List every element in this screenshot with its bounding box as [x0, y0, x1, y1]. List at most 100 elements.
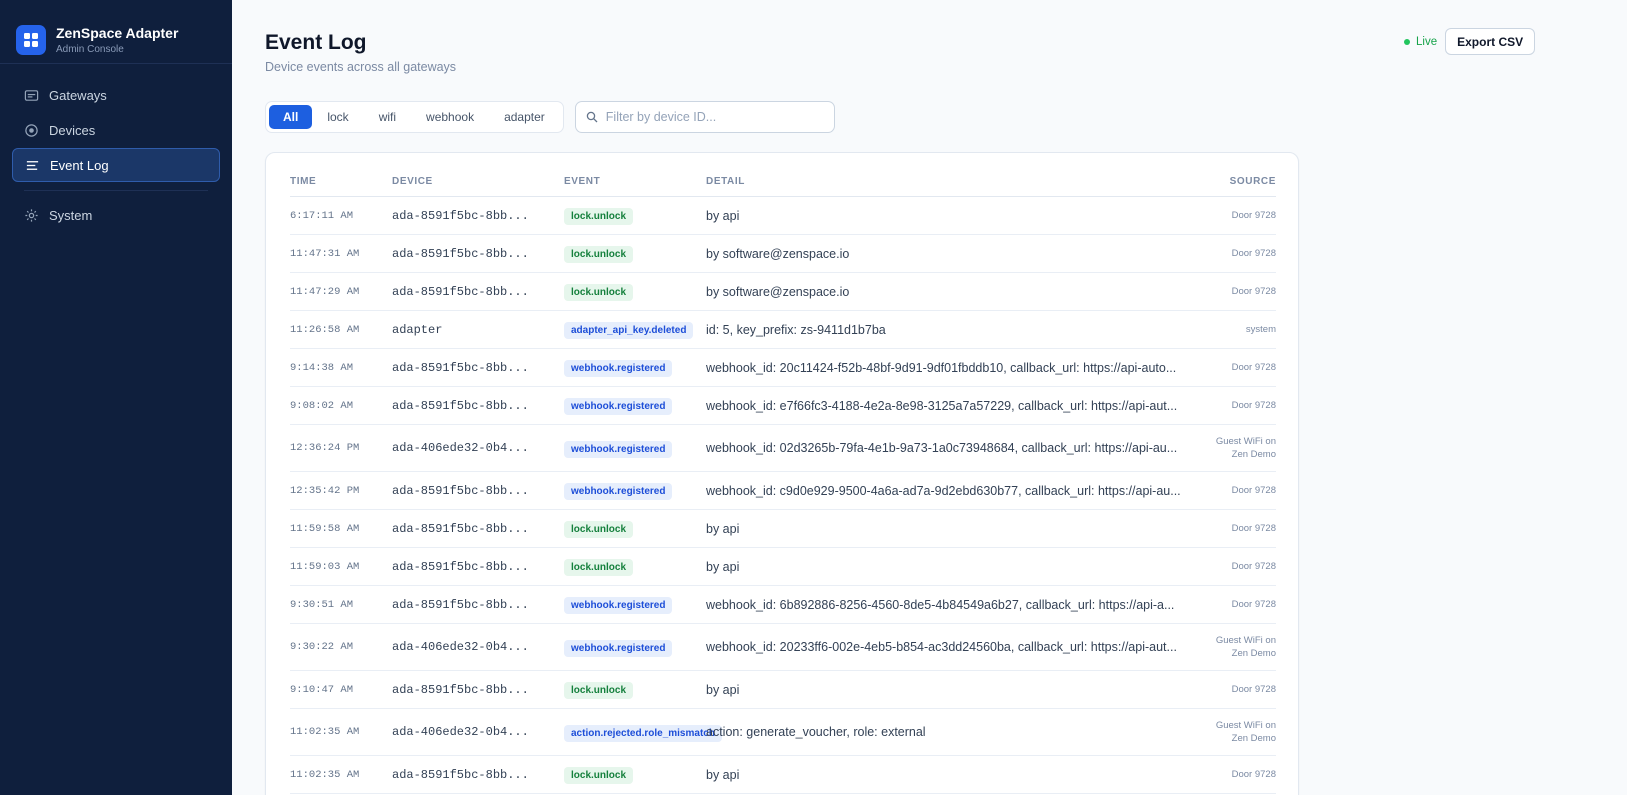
export-csv-button[interactable]: Export CSV: [1445, 28, 1536, 55]
sidebar-item-label: Event Log: [50, 157, 109, 173]
table-row[interactable]: 9:30:51 AM ada-8591f5bc-8bb... webhook.reg…: [290, 586, 1276, 624]
table-body: 6:17:11 AM ada-8591f5bc-8bb... lock.unlock…: [290, 197, 1276, 795]
row-source-line: Door 9728: [1231, 769, 1276, 780]
table-row[interactable]: 9:08:02 AM ada-8591f5bc-8bb... webhook.reg…: [290, 387, 1276, 425]
table-row[interactable]: 6:17:11 AM ada-8591f5bc-8bb... lock.unlock…: [290, 197, 1276, 235]
row-event: webhook.registered: [564, 595, 706, 614]
search-icon: [586, 111, 598, 123]
row-time: 11:47:31 AM: [290, 247, 360, 260]
row-detail: by api: [706, 682, 740, 697]
row-source: Door 9728: [1186, 209, 1276, 222]
sidebar-item-label: System: [49, 207, 93, 223]
event-type-badge: lock.unlock: [564, 682, 634, 699]
table-row[interactable]: 11:59:58 AM ada-8591f5bc-8bb... lock.unloc…: [290, 510, 1276, 548]
row-device: ada-406ede32-0b4...: [392, 640, 529, 654]
row-time: 11:02:35 AM: [290, 768, 360, 781]
event-type-badge: webhook.registered: [564, 360, 673, 377]
row-source-line: Door 9728: [1231, 400, 1276, 411]
event-type-badge: adapter_api_key.deleted: [564, 322, 694, 339]
row-detail: by software@zenspace.io: [706, 284, 850, 299]
row-detail: webhook_id: c9d0e929-9500-4a6a-ad7a-9d2e…: [706, 483, 1181, 498]
row-source: Door 9728: [1186, 768, 1276, 781]
table-row[interactable]: 9:10:47 AM ada-8591f5bc-8bb... lock.unlock…: [290, 671, 1276, 709]
live-label: Live: [1416, 35, 1438, 48]
row-device: ada-8591f5bc-8bb...: [392, 360, 529, 375]
row-source: Door 9728: [1186, 683, 1276, 696]
sidebar-item-system[interactable]: System: [12, 198, 220, 232]
row-source-line: system: [1245, 324, 1276, 335]
row-source-line: Zen Demo: [1231, 648, 1276, 659]
column-header-source: Source: [1229, 176, 1276, 187]
table-row[interactable]: 11:02:35 AM ada-8591f5bc-8bb... lock.unloc…: [290, 756, 1276, 794]
row-source: Door 9728: [1186, 247, 1276, 260]
brand: ZenSpace Adapter Admin Console: [0, 0, 232, 64]
row-source: Door 9728: [1186, 399, 1276, 412]
search-input[interactable]: [605, 110, 824, 124]
row-source-line: Guest WiFi on: [1215, 720, 1276, 731]
row-source-line: Door 9728: [1231, 248, 1276, 259]
row-event: lock.unlock: [564, 680, 706, 699]
app-logo-icon: [16, 25, 46, 55]
event-table-card: Time Device Event Detail Source 6:17:11 …: [265, 152, 1299, 795]
row-time: 9:10:47 AM: [290, 683, 354, 696]
page-header: Event Log Device events across all gatew…: [265, 30, 456, 74]
row-source-line: Door 9728: [1231, 599, 1276, 610]
row-detail: webhook_id: e7f66fc3-4188-4e2a-8e98-3125…: [706, 398, 1178, 413]
table-row[interactable]: 11:26:58 AM adapter adapter_api_key.delete…: [290, 311, 1276, 349]
row-event: lock.unlock: [564, 282, 706, 301]
row-time: 11:26:58 AM: [290, 323, 360, 336]
page-title: Event Log: [265, 31, 367, 54]
row-source: Guest WiFi on Zen Demo: [1186, 719, 1276, 745]
sidebar-item-event-log[interactable]: Event Log: [12, 148, 220, 182]
filter-tab-webhook[interactable]: webhook: [411, 105, 489, 129]
filter-tab-adapter[interactable]: adapter: [489, 105, 560, 129]
row-event: webhook.registered: [564, 358, 706, 377]
row-device: ada-406ede32-0b4...: [392, 725, 529, 739]
table-row[interactable]: 11:59:03 AM ada-8591f5bc-8bb... lock.unloc…: [290, 548, 1276, 586]
sidebar-item-devices[interactable]: Devices: [12, 113, 220, 147]
row-device: ada-8591f5bc-8bb...: [392, 682, 529, 697]
event-type-badge: webhook.registered: [564, 398, 673, 415]
row-device: ada-8591f5bc-8bb...: [392, 767, 529, 782]
table-row[interactable]: 11:02:35 AM ada-406ede32-0b4... action.rej…: [290, 709, 1276, 756]
sidebar-nav: Gateways Devices Event Log System: [0, 64, 232, 232]
row-source: Door 9728: [1186, 285, 1276, 298]
row-source-line: Guest WiFi on: [1215, 635, 1276, 646]
table-row[interactable]: 9:30:22 AM ada-406ede32-0b4... webhook.reg…: [290, 624, 1276, 671]
row-time: 11:47:29 AM: [290, 285, 360, 298]
row-detail: action: generate_voucher, role: external: [706, 725, 926, 739]
row-device: adapter: [392, 322, 443, 337]
sidebar-item-gateways[interactable]: Gateways: [12, 78, 220, 112]
device-icon: [25, 123, 38, 137]
table-row[interactable]: 11:47:29 AM ada-8591f5bc-8bb... lock.unloc…: [290, 273, 1276, 311]
row-event: webhook.registered: [564, 638, 706, 657]
device-search: [574, 101, 835, 133]
filter-tab-lock[interactable]: lock: [312, 105, 363, 129]
filter-tab-wifi[interactable]: wifi: [364, 105, 411, 129]
row-time: 9:30:22 AM: [290, 641, 354, 653]
row-detail: by api: [706, 521, 740, 536]
filter-tab-all[interactable]: All: [269, 105, 313, 129]
row-device: ada-8591f5bc-8bb...: [392, 284, 529, 299]
row-time: 12:35:42 PM: [290, 484, 360, 497]
row-source-line: Door 9728: [1231, 485, 1276, 496]
filter-bar: All lock wifi webhook adapter: [265, 101, 835, 133]
table-row[interactable]: 12:36:24 PM ada-406ede32-0b4... webhook.re…: [290, 425, 1276, 472]
row-detail: id: 5, key_prefix: zs-9411d1b7ba: [706, 322, 886, 337]
event-type-badge: webhook.registered: [564, 639, 673, 657]
header-actions: Live Export CSV: [1404, 28, 1536, 55]
row-device: ada-8591f5bc-8bb...: [392, 398, 529, 413]
row-event: webhook.registered: [564, 396, 706, 415]
column-header-detail: Detail: [706, 176, 745, 187]
row-event: lock.unlock: [564, 557, 706, 576]
table-row[interactable]: 11:47:31 AM ada-8591f5bc-8bb... lock.unloc…: [290, 235, 1276, 273]
row-source: Door 9728: [1186, 560, 1276, 573]
row-event: lock.unlock: [564, 206, 706, 225]
page-subtitle: Device events across all gateways: [265, 60, 457, 74]
table-row[interactable]: 12:35:42 PM ada-8591f5bc-8bb... webhook.re…: [290, 472, 1276, 510]
row-device: ada-8591f5bc-8bb...: [392, 483, 529, 498]
table-row[interactable]: 9:14:38 AM ada-8591f5bc-8bb... webhook.reg…: [290, 349, 1276, 387]
row-source-line: Door 9728: [1231, 684, 1276, 695]
row-source-line: Zen Demo: [1231, 733, 1276, 744]
event-table: Time Device Event Detail Source 6:17:11 …: [290, 167, 1276, 795]
